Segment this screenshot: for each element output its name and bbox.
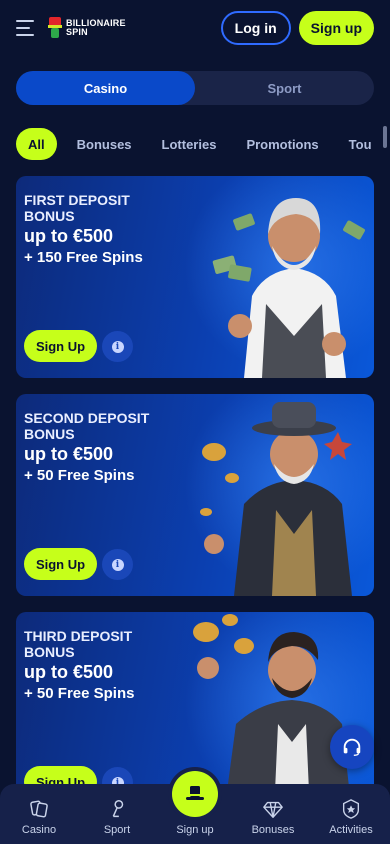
card-title-line2: BONUS — [24, 644, 75, 660]
diamond-icon — [263, 801, 283, 818]
nav-label: Sport — [103, 824, 131, 836]
card-info-button[interactable]: i — [102, 549, 133, 580]
card-amount: up to €500 — [24, 444, 114, 464]
filter-lotteries[interactable]: Lotteries — [152, 128, 227, 160]
card-spins: + 150 Free Spins — [24, 249, 143, 266]
scrollbar[interactable] — [383, 126, 387, 148]
card-amount: up to €500 — [24, 226, 114, 246]
signup-button[interactable]: Sign up — [298, 11, 374, 45]
logo-mark-icon — [48, 17, 62, 39]
promo-card: FIRST DEPOSIT BONUS up to €500 + 150 Fre… — [16, 176, 374, 378]
top-header: BILLIONAIRE SPIN Log in Sign up — [0, 0, 390, 56]
card-title-line1: SECOND DEPOSIT — [24, 410, 150, 426]
card-info-button[interactable]: i — [102, 331, 133, 362]
nav-label: Bonuses — [251, 824, 295, 836]
top-hat-icon — [186, 786, 204, 800]
casino-sport-toggle: Casino Sport — [16, 71, 374, 105]
filter-tabs: All Bonuses Lotteries Promotions Tou — [16, 128, 382, 160]
card-signup-button[interactable]: Sign Up — [24, 548, 97, 580]
info-icon: i — [111, 340, 124, 353]
card-title-line2: BONUS — [24, 208, 75, 224]
support-chat-button[interactable] — [330, 725, 374, 769]
filter-promotions[interactable]: Promotions — [236, 128, 328, 160]
nav-signup-center-button[interactable] — [172, 771, 218, 817]
nav-label: Casino — [21, 824, 57, 836]
card-spins: + 50 Free Spins — [24, 685, 135, 702]
nav-label: Sign up — [176, 824, 214, 836]
filter-all[interactable]: All — [16, 128, 57, 160]
toggle-casino[interactable]: Casino — [16, 71, 195, 105]
card-title-line2: BONUS — [24, 426, 75, 442]
logo[interactable]: BILLIONAIRE SPIN — [48, 17, 126, 39]
login-button[interactable]: Log in — [220, 11, 291, 45]
toggle-sport[interactable]: Sport — [195, 71, 374, 105]
nav-casino[interactable]: Casino — [0, 798, 78, 836]
nav-sport[interactable]: Sport — [78, 798, 156, 836]
promo-card: SECOND DEPOSIT BONUS up to €500 + 50 Fre… — [16, 394, 374, 596]
filter-tournaments[interactable]: Tou — [339, 128, 382, 160]
sport-icon — [112, 800, 124, 818]
badge-icon — [342, 799, 360, 819]
nav-label: Activities — [329, 824, 373, 836]
nav-bonuses[interactable]: Bonuses — [234, 798, 312, 836]
nav-activities[interactable]: Activities — [312, 798, 390, 836]
headset-icon — [343, 738, 361, 756]
card-title-line1: THIRD DEPOSIT — [24, 628, 133, 644]
card-spins: + 50 Free Spins — [24, 467, 135, 484]
character-illustration — [212, 198, 365, 378]
character-illustration — [200, 402, 352, 596]
cards-icon — [30, 800, 48, 818]
info-icon: i — [111, 558, 124, 571]
filter-bonuses[interactable]: Bonuses — [67, 128, 142, 160]
card-signup-button[interactable]: Sign Up — [24, 330, 97, 362]
menu-icon[interactable] — [16, 20, 38, 36]
card-amount: up to €500 — [24, 662, 114, 682]
logo-text-line2: SPIN — [66, 27, 88, 37]
card-title-line1: FIRST DEPOSIT — [24, 192, 130, 208]
